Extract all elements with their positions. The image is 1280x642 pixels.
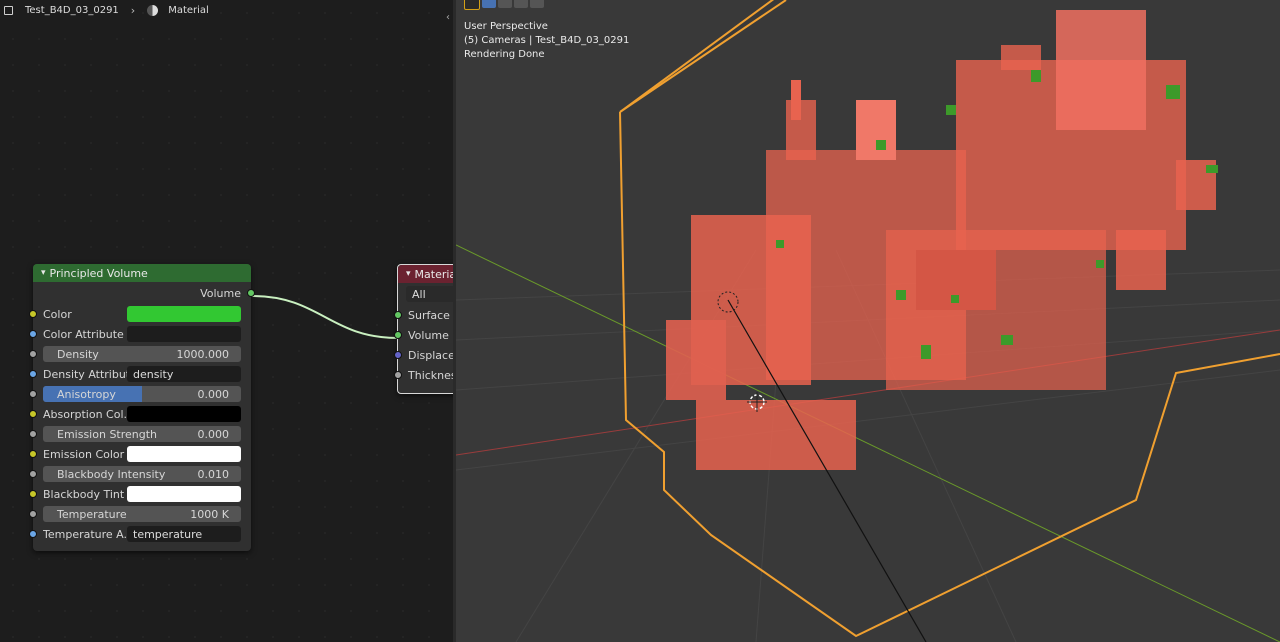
blackbody-intensity-slider[interactable]: Blackbody Intensity 0.010 bbox=[43, 466, 241, 482]
temperature-attribute-input[interactable]: temperature bbox=[127, 526, 241, 542]
volume-output-row: Volume bbox=[33, 282, 255, 304]
color-attribute-row: Color Attribute bbox=[29, 324, 251, 344]
select-subtract-icon[interactable] bbox=[514, 0, 528, 8]
material-output-node[interactable]: ▾ Materia All Surface Volume Displacem T… bbox=[394, 264, 453, 394]
node-editor[interactable]: Test_B4D_03_0291 › Material ▾ Principled… bbox=[0, 0, 453, 642]
viewport-info: User Perspective (5) Cameras | Test_B4D_… bbox=[464, 20, 629, 62]
absorption-color-swatch[interactable] bbox=[127, 406, 241, 422]
principled-volume-header[interactable]: ▾ Principled Volume bbox=[33, 264, 251, 282]
emission-color-row: Emission Color bbox=[29, 444, 251, 464]
select-box-icon[interactable] bbox=[482, 0, 496, 8]
surface-socket[interactable] bbox=[394, 311, 402, 319]
density-attribute-row: Density Attribute density bbox=[29, 364, 251, 384]
color-attribute-label: Color Attribute bbox=[43, 327, 124, 341]
thickness-label: Thickness bbox=[408, 368, 453, 382]
density-label: Density bbox=[57, 347, 99, 361]
volume-input-socket[interactable] bbox=[394, 331, 402, 339]
color-socket[interactable] bbox=[29, 310, 37, 318]
density-slider[interactable]: Density 1000.000 bbox=[43, 346, 241, 362]
target-row: All bbox=[398, 283, 453, 305]
temperature-attribute-label: Temperature A... bbox=[43, 527, 127, 541]
temperature-slider[interactable]: Temperature 1000 K bbox=[43, 506, 241, 522]
emission-color-socket[interactable] bbox=[29, 450, 37, 458]
anisotropy-row: Anisotropy 0.000 bbox=[29, 384, 251, 404]
thickness-input-row: Thickness bbox=[394, 365, 453, 385]
selection-tools bbox=[464, 0, 544, 10]
density-value: 1000.000 bbox=[176, 347, 230, 361]
volume-output-socket[interactable] bbox=[247, 289, 255, 297]
blackbody-tint-swatch[interactable] bbox=[127, 486, 241, 502]
emission-color-swatch[interactable] bbox=[127, 446, 241, 462]
render-status: Rendering Done bbox=[464, 49, 545, 60]
select-extend-icon[interactable] bbox=[498, 0, 512, 8]
surface-input-row: Surface bbox=[394, 305, 453, 325]
displacement-input-row: Displacem bbox=[394, 345, 453, 365]
volume-input-label: Volume bbox=[408, 328, 449, 342]
temperature-socket[interactable] bbox=[29, 510, 37, 518]
chevron-down-icon[interactable]: ▾ bbox=[406, 269, 411, 279]
blackbody-intensity-label: Blackbody Intensity bbox=[57, 467, 166, 481]
anisotropy-value: 0.000 bbox=[197, 387, 230, 401]
color-swatch[interactable] bbox=[127, 306, 241, 322]
temperature-attribute-row: Temperature A... temperature bbox=[29, 524, 251, 544]
volume-output-label: Volume bbox=[200, 286, 241, 300]
emission-color-label: Emission Color bbox=[43, 447, 125, 461]
displacement-socket[interactable] bbox=[394, 351, 402, 359]
thickness-socket[interactable] bbox=[394, 371, 402, 379]
density-attribute-label: Density Attribute bbox=[43, 367, 127, 381]
blackbody-tint-socket[interactable] bbox=[29, 490, 37, 498]
temperature-row: Temperature 1000 K bbox=[29, 504, 251, 524]
3d-viewport[interactable]: User Perspective (5) Cameras | Test_B4D_… bbox=[456, 0, 1280, 642]
anisotropy-socket[interactable] bbox=[29, 390, 37, 398]
blackbody-tint-row: Blackbody Tint bbox=[29, 484, 251, 504]
volume-voxels bbox=[666, 10, 1216, 470]
view-perspective: User Perspective bbox=[464, 21, 548, 32]
material-output-title: Materia bbox=[414, 267, 453, 281]
surface-label: Surface bbox=[408, 308, 450, 322]
chevron-left-icon[interactable]: ‹ bbox=[446, 12, 450, 23]
blackbody-intensity-row: Blackbody Intensity 0.010 bbox=[29, 464, 251, 484]
emission-strength-socket[interactable] bbox=[29, 430, 37, 438]
temperature-attribute-socket[interactable] bbox=[29, 530, 37, 538]
chevron-down-icon[interactable]: ▾ bbox=[41, 268, 46, 278]
viewport-scene bbox=[456, 0, 1280, 642]
color-attribute-socket[interactable] bbox=[29, 330, 37, 338]
absorption-color-row: Absorption Col... bbox=[29, 404, 251, 424]
absorption-color-socket[interactable] bbox=[29, 410, 37, 418]
temperature-value: 1000 K bbox=[190, 507, 229, 521]
displacement-label: Displacem bbox=[408, 348, 453, 362]
density-socket[interactable] bbox=[29, 350, 37, 358]
material-output-header[interactable]: ▾ Materia bbox=[398, 265, 453, 283]
select-tool-icon[interactable] bbox=[464, 0, 480, 10]
emission-strength-value: 0.000 bbox=[197, 427, 230, 441]
target-dropdown[interactable]: All bbox=[406, 286, 453, 302]
blackbody-tint-label: Blackbody Tint bbox=[43, 487, 125, 501]
emission-strength-slider[interactable]: Emission Strength 0.000 bbox=[43, 426, 241, 442]
blackbody-intensity-value: 0.010 bbox=[197, 467, 230, 481]
blackbody-intensity-socket[interactable] bbox=[29, 470, 37, 478]
principled-volume-node[interactable]: ▾ Principled Volume Volume Color Color A… bbox=[29, 264, 255, 551]
view-collection: (5) Cameras | Test_B4D_03_0291 bbox=[464, 35, 630, 46]
emission-strength-row: Emission Strength 0.000 bbox=[29, 424, 251, 444]
anisotropy-slider[interactable]: Anisotropy 0.000 bbox=[43, 386, 241, 402]
volume-bounding-box bbox=[619, 0, 787, 113]
density-attribute-input[interactable]: density bbox=[127, 366, 241, 382]
select-intersect-icon[interactable] bbox=[530, 0, 544, 8]
temperature-label: Temperature bbox=[57, 507, 127, 521]
color-label: Color bbox=[43, 307, 72, 321]
density-attribute-socket[interactable] bbox=[29, 370, 37, 378]
absorption-color-label: Absorption Col... bbox=[43, 407, 127, 421]
anisotropy-label: Anisotropy bbox=[57, 387, 116, 401]
color-attribute-input[interactable] bbox=[127, 326, 241, 342]
volume-input-row: Volume bbox=[394, 325, 453, 345]
density-row: Density 1000.000 bbox=[29, 344, 251, 364]
emission-strength-label: Emission Strength bbox=[57, 427, 158, 441]
color-row: Color bbox=[29, 304, 251, 324]
node-title: Principled Volume bbox=[49, 266, 148, 280]
